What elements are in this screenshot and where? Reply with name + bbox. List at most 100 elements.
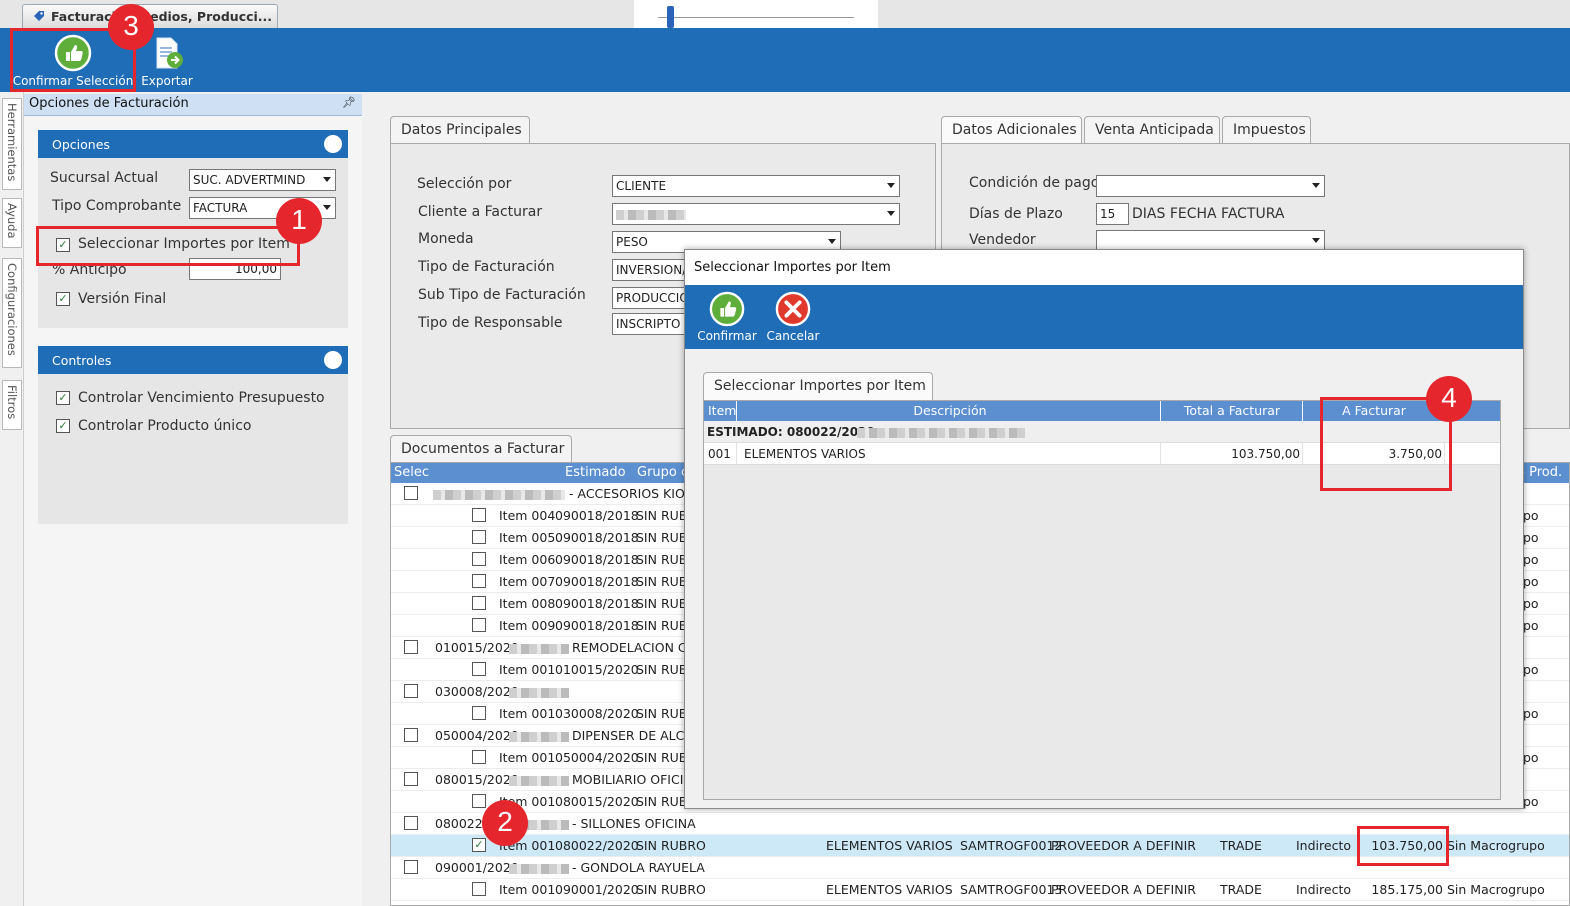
chevron-down-icon — [323, 177, 331, 182]
tab-label: Datos Adicionales — [952, 122, 1077, 138]
sub-tipo-label: Sub Tipo de Facturación — [418, 287, 586, 303]
seleccion-por-select[interactable]: CLIENTE — [612, 175, 900, 197]
dialog-confirm-button[interactable]: Confirmar — [697, 289, 757, 343]
row-checkbox[interactable] — [472, 794, 486, 808]
row-checkbox[interactable] — [472, 662, 486, 676]
tab-datos-principales[interactable]: Datos Principales — [390, 116, 530, 144]
dias-fecha-factura-text: DIAS FECHA FACTURA — [1132, 206, 1285, 222]
sucursal-select[interactable]: SUC. ADVERTMIND — [189, 169, 336, 191]
row-checkbox[interactable] — [404, 486, 418, 500]
redacted-text — [509, 775, 569, 786]
dialog-cancel-button[interactable]: Cancelar — [765, 289, 821, 343]
col-item[interactable]: Item — [708, 403, 736, 418]
side-tab-label: Filtros — [5, 385, 19, 420]
pin-icon[interactable]: 📌︎ — [342, 96, 356, 109]
row-checkbox[interactable] — [404, 816, 418, 830]
row-checkbox[interactable] — [472, 530, 486, 544]
options-pane-title: Opciones de Facturación — [29, 96, 189, 111]
sub-tipo-select[interactable]: PRODUCCIO — [612, 287, 692, 309]
tab-label: Venta Anticipada — [1095, 122, 1214, 138]
row-grupo: MOBILIARIO OFICIN. — [572, 772, 697, 787]
row-checkbox[interactable]: ✓ — [472, 838, 486, 852]
row-checkbox[interactable] — [472, 552, 486, 566]
tipo-facturacion-label: Tipo de Facturación — [418, 259, 555, 275]
row-estimado: 090018/2018 — [555, 530, 639, 545]
moneda-label: Moneda — [418, 231, 474, 247]
condicion-pago-select[interactable] — [1096, 175, 1325, 197]
tab-venta-anticipada[interactable]: Venta Anticipada — [1084, 116, 1220, 144]
dialog-cancel-label: Cancelar — [766, 329, 820, 343]
dialog-tab[interactable]: Seleccionar Importes por Item — [703, 372, 933, 400]
controlar-vencimiento-checkbox[interactable]: ✓ — [56, 391, 70, 405]
cliente-select[interactable] — [612, 203, 900, 225]
row-prod: po — [1523, 706, 1539, 721]
row-checkbox[interactable] — [472, 618, 486, 632]
row-grupo: - SILLONES OFICINA — [572, 816, 696, 831]
row-checkbox[interactable] — [472, 706, 486, 720]
tipo-responsable-select[interactable]: INSCRIPTO — [612, 313, 692, 335]
controles-header[interactable]: Controles — [38, 346, 348, 374]
side-tab-filtros[interactable]: Filtros — [2, 380, 22, 430]
row-checkbox[interactable] — [404, 640, 418, 654]
version-final-checkbox[interactable]: ✓ — [56, 292, 70, 306]
row-estimado: 030008/2020 — [435, 684, 519, 699]
callout-box-1 — [36, 226, 300, 266]
row-checkbox[interactable] — [472, 596, 486, 610]
sub-tipo-value: PRODUCCIO — [616, 291, 689, 305]
row-checkbox[interactable] — [404, 772, 418, 786]
group-label: ESTIMADO: 080022/2020 — [707, 425, 875, 439]
export-label: Exportar — [141, 74, 193, 88]
row-checkbox[interactable] — [472, 574, 486, 588]
collapse-icon[interactable] — [324, 351, 342, 369]
chevron-down-icon — [323, 205, 331, 210]
row-checkbox[interactable] — [472, 882, 486, 896]
col-estimado[interactable]: Estimado — [565, 465, 626, 480]
opciones-header[interactable]: Opciones — [38, 130, 348, 158]
tab-datos-adicionales[interactable]: Datos Adicionales — [941, 116, 1082, 144]
redacted-text — [509, 643, 569, 654]
row-item: Item 001 — [499, 706, 556, 721]
table-row[interactable]: Item 001 090001/2020 SIN RUBRO ELEMENTOS VA… — [391, 879, 1569, 901]
row-checkbox[interactable] — [404, 728, 418, 742]
row-trade: TRADE — [1220, 882, 1262, 897]
controlar-producto-label: Controlar Producto único — [78, 418, 252, 434]
side-tab-label: Configuraciones — [5, 263, 19, 356]
collapse-icon[interactable] — [324, 135, 342, 153]
row-item: Item 007 — [499, 574, 556, 589]
side-tab-label: Herramientas — [5, 103, 19, 182]
side-tab-configuraciones[interactable]: Configuraciones — [2, 258, 22, 368]
col-selec[interactable]: Selec — [394, 465, 429, 480]
row-item: Item 009 — [499, 618, 556, 633]
row-checkbox[interactable] — [404, 860, 418, 874]
row-indirecto: Indirecto — [1296, 882, 1351, 897]
tab-label: Datos Principales — [401, 122, 522, 138]
row-estimado: 080022/2020 — [555, 838, 639, 853]
row-proveedor: PROVEEDOR A DEFINIR — [1051, 882, 1196, 897]
redacted-text — [433, 489, 565, 500]
col-grupo[interactable]: Grupo c — [637, 465, 688, 480]
chevron-down-icon — [887, 211, 895, 216]
row-item: Item 004 — [499, 508, 556, 523]
zoom-slider-thumb[interactable] — [667, 6, 674, 28]
callout-badge-3: 3 — [108, 4, 154, 50]
dias-plazo-input[interactable]: 15 — [1096, 203, 1129, 225]
row-estimado: 010015/2020 — [435, 640, 519, 655]
callout-box-total — [1357, 826, 1449, 866]
chevron-down-icon — [828, 239, 836, 244]
row-item: Item 005 — [499, 530, 556, 545]
row-macrogrupo: Sin Macrogrupo — [1447, 838, 1545, 853]
row-checkbox[interactable] — [472, 508, 486, 522]
tab-documentos-facturar[interactable]: Documentos a Facturar — [390, 435, 572, 463]
side-tab-herramientas[interactable]: Herramientas — [2, 98, 22, 190]
tab-label: Documentos a Facturar — [401, 441, 565, 457]
controlar-producto-checkbox[interactable]: ✓ — [56, 419, 70, 433]
tipo-facturacion-select[interactable]: INVERSION/ — [612, 259, 692, 281]
zoom-slider-track[interactable] — [658, 17, 854, 18]
column-divider — [1160, 401, 1161, 421]
col-descripcion[interactable]: Descripción — [740, 403, 1160, 418]
row-checkbox[interactable] — [404, 684, 418, 698]
side-tab-ayuda[interactable]: Ayuda — [2, 198, 22, 248]
tab-impuestos[interactable]: Impuestos — [1222, 116, 1311, 144]
row-checkbox[interactable] — [472, 750, 486, 764]
col-total-facturar[interactable]: Total a Facturar — [1162, 403, 1302, 418]
